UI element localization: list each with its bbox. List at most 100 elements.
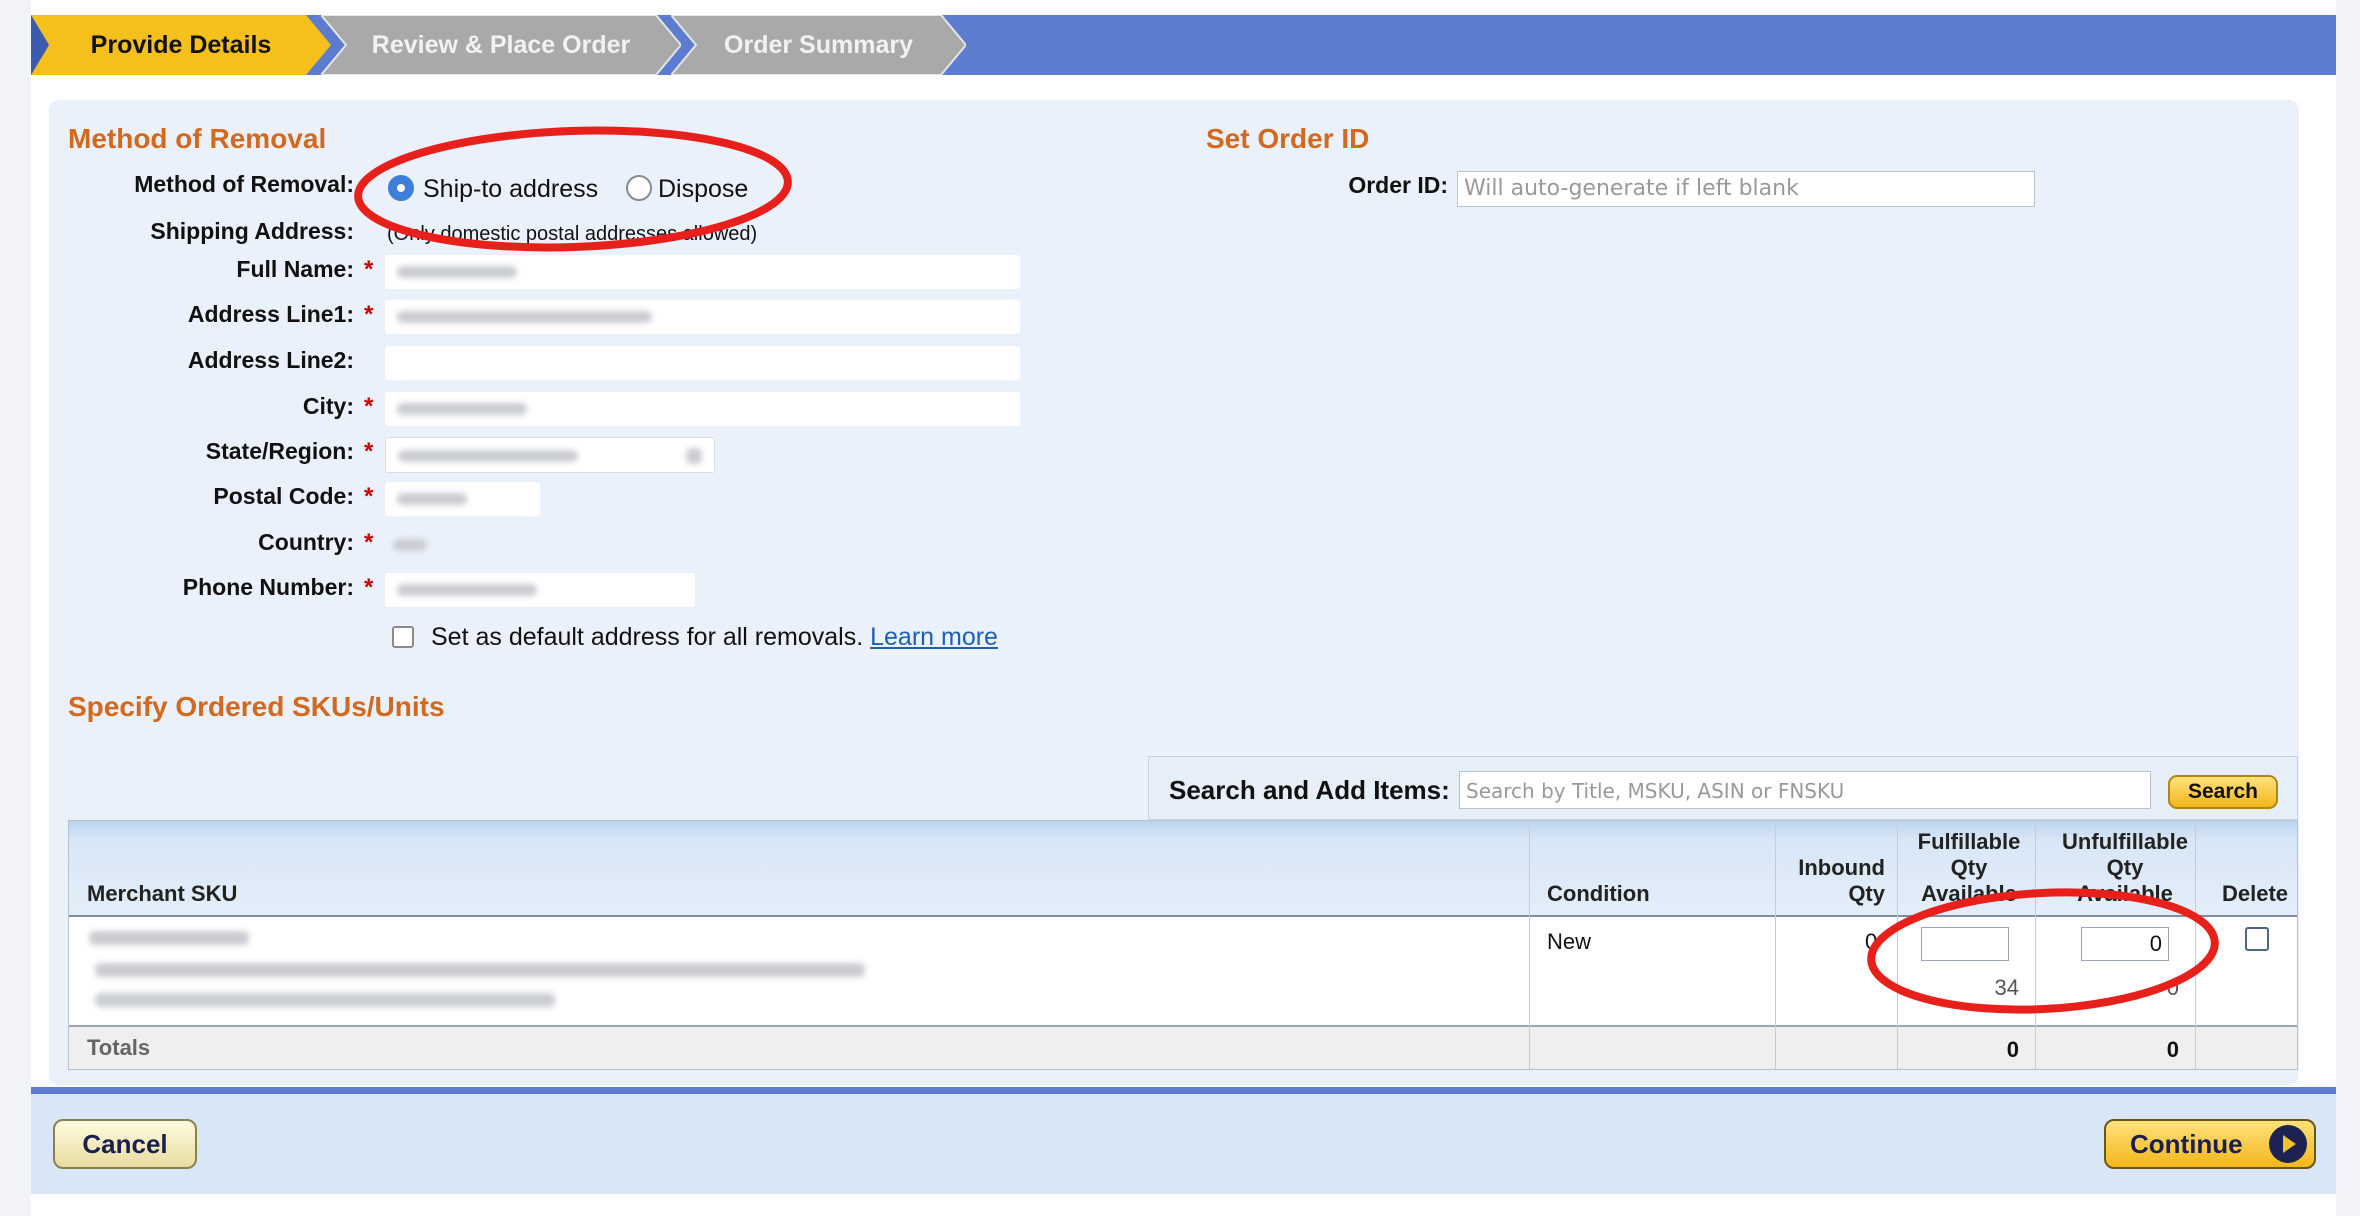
default-address-text: Set as default address for all removals.	[431, 623, 864, 651]
header-unfulfillable-qty: Unfulfillable Qty Available	[2047, 829, 2203, 907]
footer-bar: Cancel Continue	[31, 1094, 2336, 1194]
method-label: Method of Removal:	[134, 171, 354, 197]
redacted-text	[397, 266, 517, 278]
totals-label: Totals	[87, 1035, 151, 1060]
column-divider	[1897, 821, 1898, 1069]
totals-fulfillable: 0	[2006, 1037, 2019, 1062]
redacted-text	[393, 539, 427, 551]
shipping-note: (Only domestic postal addresses allowed)	[387, 223, 758, 245]
redacted-sku	[89, 931, 249, 945]
footer-divider	[31, 1087, 2336, 1094]
full-name-input[interactable]	[385, 255, 1020, 289]
city-label: City:	[302, 393, 354, 419]
continue-button[interactable]: Continue	[2104, 1119, 2316, 1169]
header-unfulfillable-line3: Available	[2077, 881, 2173, 906]
sku-table: Merchant SKU Condition Inbound Qty Fulfi…	[68, 820, 2298, 1070]
country-value	[385, 528, 445, 562]
phone-number-input[interactable]	[385, 573, 695, 607]
required-marker: *	[364, 529, 374, 556]
search-add-items-label: Search and Add Items:	[1169, 775, 1450, 805]
method-of-removal-heading: Method of Removal	[68, 123, 327, 154]
search-button[interactable]: Search	[2168, 775, 2278, 809]
cancel-button[interactable]: Cancel	[53, 1119, 197, 1169]
required-marker: *	[364, 483, 374, 510]
redacted-text	[398, 450, 578, 462]
table-row: New 0 34 0 0	[69, 917, 2297, 1027]
postal-code-label: Postal Code:	[213, 483, 354, 509]
address-line1-input[interactable]	[385, 300, 1020, 334]
step-order-summary: Order Summary	[671, 15, 966, 75]
progress-steps: Provide Details Review & Place Order Ord…	[31, 15, 2336, 75]
totals-unfulfillable: 0	[2166, 1037, 2179, 1062]
header-condition: Condition	[1547, 881, 1650, 906]
phone-number-label: Phone Number:	[182, 574, 354, 600]
search-items-input[interactable]: Search by Title, MSKU, ASIN or FNSKU	[1459, 771, 2151, 809]
fulfillable-qty-input[interactable]	[1921, 927, 2009, 961]
header-inbound-line2: Qty	[1848, 881, 1885, 906]
redacted-title	[95, 963, 865, 977]
set-order-id-heading: Set Order ID	[1206, 123, 1370, 154]
city-input[interactable]	[385, 392, 1020, 426]
radio-ship-to-address[interactable]	[388, 175, 414, 201]
table-header: Merchant SKU Condition Inbound Qty Fulfi…	[69, 821, 2297, 917]
step-label: Provide Details	[90, 30, 272, 59]
specify-skus-heading: Specify Ordered SKUs/Units	[68, 691, 445, 722]
column-divider	[1775, 821, 1776, 1069]
required-marker: *	[364, 301, 374, 328]
order-id-input[interactable]: Will auto-generate if left blank	[1457, 171, 2035, 207]
required-marker: *	[364, 438, 374, 465]
radio-dispose-label[interactable]: Dispose	[658, 175, 748, 204]
step-label: Order Summary	[724, 30, 913, 59]
required-marker: *	[364, 574, 374, 601]
chevron-down-icon	[686, 448, 702, 464]
header-fulfillable-qty: Fulfillable Qty Available	[1899, 829, 2039, 907]
redacted-text	[397, 311, 652, 323]
address-line1-label: Address Line1:	[187, 301, 354, 327]
address-line2-input[interactable]	[385, 346, 1020, 380]
unfulfillable-qty-input[interactable]: 0	[2081, 927, 2169, 961]
redacted-text	[397, 584, 537, 596]
step-label: Review & Place Order	[371, 30, 631, 59]
country-label: Country:	[258, 529, 354, 555]
order-id-label: Order ID:	[1348, 172, 1448, 198]
totals-row: Totals 0 0	[69, 1027, 2297, 1069]
continue-label: Continue	[2130, 1128, 2243, 1159]
delete-row-checkbox[interactable]	[2245, 927, 2269, 951]
learn-more-link[interactable]: Learn more	[870, 623, 998, 651]
state-region-select[interactable]	[385, 437, 715, 473]
row-condition: New	[1547, 929, 1592, 954]
header-delete: Delete	[2221, 881, 2289, 906]
header-fulfillable-line2: Qty	[1950, 855, 1988, 880]
header-inbound: Inbound Qty	[1779, 855, 1885, 907]
address-line2-label: Address Line2:	[187, 347, 354, 373]
header-fulfillable-line3: Available	[1921, 881, 2017, 906]
unfulfillable-available: 0	[2166, 975, 2179, 1000]
full-name-label: Full Name:	[236, 256, 354, 282]
redacted-text	[397, 493, 467, 505]
column-divider	[1529, 821, 1530, 1069]
step-provide-details[interactable]: Provide Details	[31, 15, 331, 75]
column-divider	[2195, 821, 2196, 1069]
radio-dispose[interactable]	[626, 175, 652, 201]
column-divider	[2035, 821, 2036, 1069]
fulfillable-available: 34	[1994, 975, 2019, 1000]
header-fulfillable-line1: Fulfillable	[1917, 829, 2021, 854]
header-merchant-sku: Merchant SKU	[87, 881, 238, 906]
radio-ship-to-address-label[interactable]: Ship-to address	[423, 175, 598, 204]
required-marker: *	[364, 393, 374, 420]
search-add-items-bar: Search and Add Items: Search by Title, M…	[1148, 756, 2298, 820]
required-marker: *	[364, 256, 374, 283]
redacted-identifiers	[95, 993, 555, 1007]
default-address-label: Set as default address for all removals.…	[431, 623, 998, 652]
step-review-place-order: Review & Place Order	[321, 15, 681, 75]
header-unfulfillable-line1: Unfulfillable	[2062, 829, 2188, 854]
state-region-label: State/Region:	[205, 438, 354, 464]
shipping-address-label: Shipping Address:	[150, 218, 354, 244]
row-inbound: 0	[1865, 929, 1878, 954]
header-inbound-line1: Inbound	[1798, 855, 1885, 880]
default-address-checkbox[interactable]	[392, 626, 414, 648]
header-unfulfillable-line2: Qty	[2106, 855, 2144, 880]
postal-code-input[interactable]	[385, 482, 540, 516]
arrow-right-circle-icon	[2269, 1125, 2307, 1163]
redacted-text	[397, 403, 527, 415]
